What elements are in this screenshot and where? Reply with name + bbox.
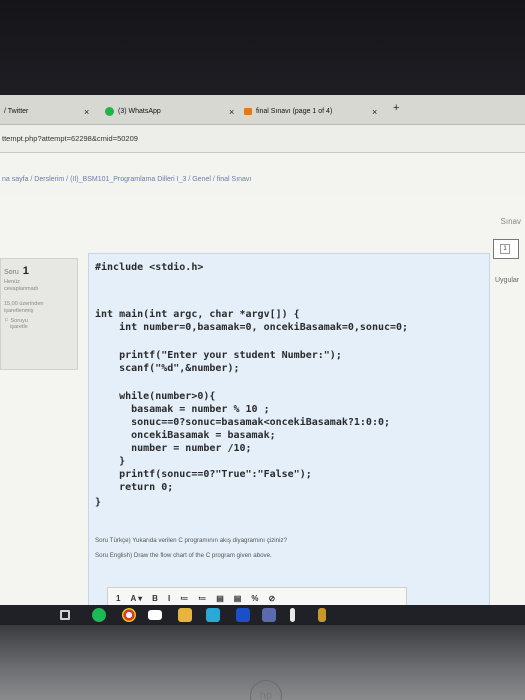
- status-line: cevaplanmadı: [4, 286, 39, 292]
- code-line: int main(int argc, char *argv[]) {: [95, 309, 300, 320]
- close-tab-icon[interactable]: ×: [229, 107, 234, 117]
- moodle-icon: [244, 108, 252, 115]
- question-number: Soru 1: [4, 265, 74, 277]
- editor-toolbar-button[interactable]: %: [251, 594, 258, 603]
- editor-toolbar-button[interactable]: I: [168, 594, 170, 603]
- question-grade: 15,00 üzerinden işaretlenmiş: [4, 301, 74, 315]
- status-line: Henüz: [4, 279, 20, 285]
- code-line: oncekiBasamak = basamak;: [95, 430, 276, 441]
- question-status: Henüz cevaplanmadı: [4, 279, 74, 293]
- store-icon[interactable]: [148, 610, 162, 620]
- editor-toolbar-button[interactable]: ≔: [180, 594, 188, 603]
- app-icon[interactable]: [262, 608, 276, 622]
- whatsapp-icon: [105, 107, 114, 116]
- close-tab-icon[interactable]: ×: [84, 107, 89, 117]
- code-line: while(number>0){: [95, 391, 216, 402]
- tab-label: / Twitter: [4, 108, 29, 115]
- app-icon[interactable]: [318, 608, 326, 622]
- editor-toolbar-button[interactable]: ≔: [198, 594, 206, 603]
- code-line: }: [95, 456, 126, 467]
- windows-taskbar: [0, 605, 525, 625]
- apply-link[interactable]: Uygular: [495, 277, 519, 284]
- browser-window: / Twitter × (3) WhatsApp × final Sınavı …: [0, 95, 525, 625]
- question-number-value: 1: [22, 265, 29, 277]
- question-content: #include <stdio.h> int main(int argc, cha…: [88, 253, 490, 625]
- main-content: Sınav 1 Uygular Soru 1 Henüz cevaplanmad…: [0, 197, 525, 625]
- url-text: ttempt.php?attempt=62298&cmid=50209: [2, 134, 138, 143]
- tab-whatsapp[interactable]: (3) WhatsApp ×: [105, 98, 235, 125]
- tab-final-exam[interactable]: final Sınavı (page 1 of 4) ×: [244, 98, 384, 125]
- spotify-icon[interactable]: [92, 608, 106, 622]
- code-line: #include <stdio.h>: [95, 262, 204, 273]
- tab-label: (3) WhatsApp: [118, 108, 161, 115]
- editor-toolbar-button[interactable]: B: [152, 594, 158, 603]
- code-line: return 0;: [95, 482, 174, 493]
- grade-line: işaretlenmiş: [4, 308, 34, 314]
- editor-toolbar-button[interactable]: ▤: [216, 594, 224, 603]
- flag-question[interactable]: ⚐ Soruyu işaretle: [4, 318, 74, 330]
- code-line: int number=0,basamak=0, oncekiBasamak=0,…: [95, 322, 409, 333]
- address-bar[interactable]: ttempt.php?attempt=62298&cmid=50209: [0, 125, 525, 153]
- tab-twitter[interactable]: / Twitter ×: [4, 98, 104, 125]
- app-icon[interactable]: [236, 608, 250, 622]
- code-line: basamak = number % 10 ;: [95, 404, 270, 415]
- question-info-panel: Soru 1 Henüz cevaplanmadı 15,00 üzerinde…: [0, 258, 78, 370]
- breadcrumb: na sayfa / Derslerim / (II)_BSM101_Progr…: [0, 153, 525, 197]
- quiz-nav-block: 1: [493, 239, 519, 259]
- code-line: scanf("%d",&number);: [95, 363, 240, 374]
- task-view-icon[interactable]: [60, 610, 70, 620]
- browser-tab-bar: / Twitter × (3) WhatsApp × final Sınavı …: [0, 95, 525, 125]
- monitor-bezel-top: [0, 0, 525, 95]
- editor-toolbar-button[interactable]: A ▾: [130, 594, 142, 603]
- editor-toolbar-button[interactable]: 1: [116, 594, 120, 603]
- quiz-nav-title: Sınav: [500, 217, 521, 226]
- flag-label: işaretle: [10, 324, 28, 330]
- file-explorer-icon[interactable]: [178, 608, 192, 622]
- code-line: number = number /10;: [95, 443, 252, 454]
- code-line: printf(sonuc==0?"True":"False");: [95, 469, 312, 480]
- tab-label: final Sınavı (page 1 of 4): [256, 108, 333, 115]
- code-line: sonuc==0?sonuc=basamak<oncekiBasamak?1:0…: [95, 417, 391, 428]
- code-line: printf("Enter your student Number:");: [95, 350, 342, 361]
- app-icon[interactable]: [206, 608, 220, 622]
- code-line: }: [95, 497, 102, 508]
- chrome-icon[interactable]: [122, 608, 136, 622]
- question-text-en: Soru English) Draw the flow chart of the…: [95, 552, 272, 559]
- editor-toolbar-button[interactable]: ⊘: [268, 594, 275, 603]
- new-tab-button[interactable]: +: [393, 102, 399, 114]
- question-text-tr: Soru Türkçe) Yukarıda verilen C programı…: [95, 537, 288, 544]
- question-nav-button[interactable]: 1: [500, 244, 510, 254]
- app-icon[interactable]: [290, 608, 295, 622]
- question-label: Soru: [4, 269, 19, 276]
- breadcrumb-text[interactable]: na sayfa / Derslerim / (II)_BSM101_Progr…: [2, 176, 251, 183]
- grade-line: 15,00 üzerinden: [4, 301, 44, 307]
- editor-toolbar-button[interactable]: ▤: [234, 594, 242, 603]
- close-tab-icon[interactable]: ×: [372, 107, 377, 117]
